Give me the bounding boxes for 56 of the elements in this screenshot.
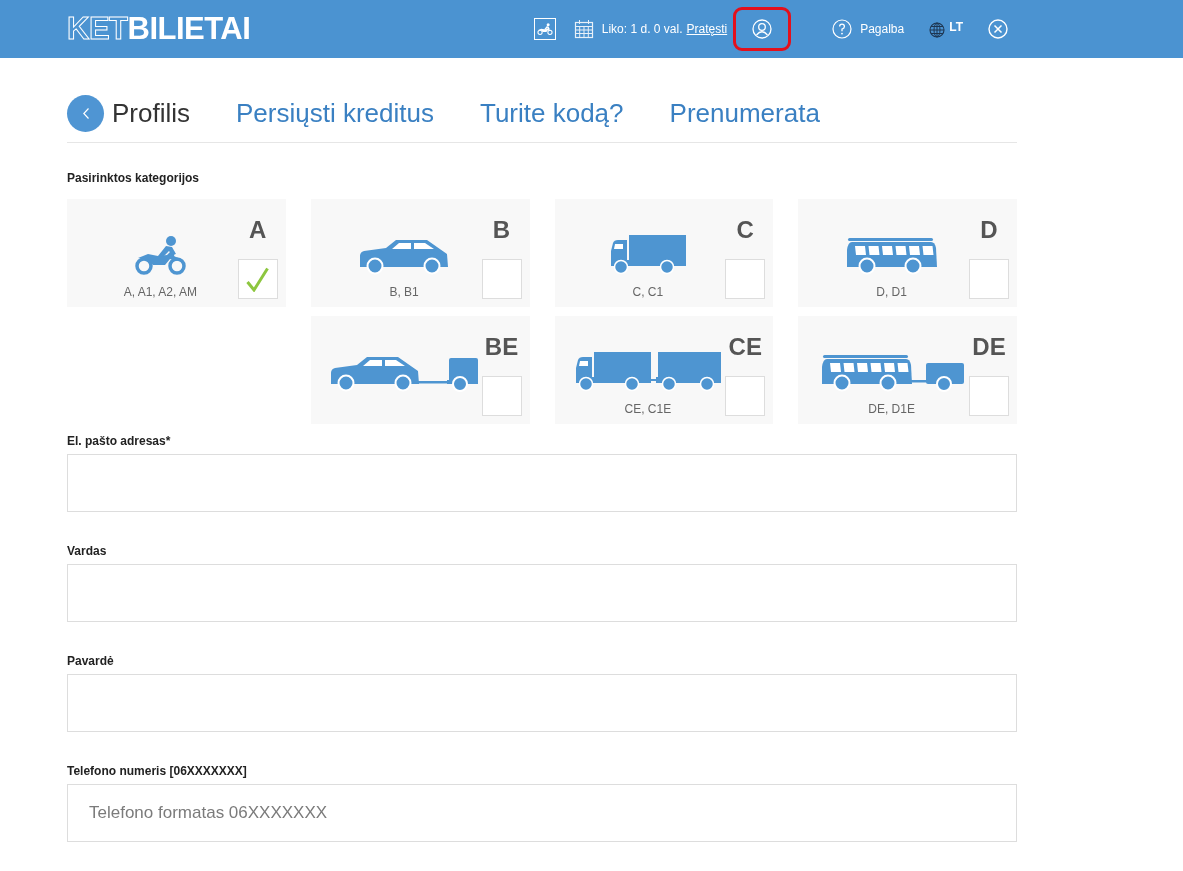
category-codes: DE, D1E	[868, 401, 915, 417]
checkbox[interactable]	[481, 376, 522, 416]
checkbox[interactable]	[969, 376, 1009, 416]
profile-button[interactable]	[733, 7, 792, 51]
close-icon	[988, 19, 1008, 39]
help-icon	[832, 19, 853, 39]
tab[interactable]: Persiųsti kreditus	[236, 95, 434, 132]
car-icon	[359, 239, 450, 275]
checkbox[interactable]	[969, 259, 1009, 299]
category-button[interactable]	[533, 18, 556, 40]
tab[interactable]: Turite kodą?	[480, 95, 624, 132]
category-codes: D, D1	[876, 284, 907, 300]
checkbox[interactable]	[725, 376, 766, 416]
input-field[interactable]	[67, 674, 1017, 732]
category-letter: B	[492, 216, 511, 244]
category-letter: A	[249, 216, 267, 244]
category-codes: C, C1	[632, 284, 664, 300]
field-label: Telefono numeris [06XXXXXXX]	[67, 763, 248, 779]
checkmark-icon	[246, 266, 270, 292]
field-label: El. pašto adresas*	[67, 433, 172, 449]
field-label: Pavardė	[67, 653, 115, 669]
globe-icon	[929, 22, 946, 38]
checkbox[interactable]	[725, 259, 766, 299]
category-codes: CE, C1E	[624, 401, 672, 417]
motorcycle-icon	[133, 235, 187, 275]
renew-link[interactable]: Pratęsti	[686, 20, 728, 38]
tab[interactable]: Prenumerata	[669, 95, 820, 132]
category-letter: D	[980, 216, 998, 244]
truck-with-trailer-icon	[574, 349, 721, 392]
user-icon	[752, 19, 773, 39]
input-field[interactable]: Telefono formatas 06XXXXXXX	[67, 784, 1017, 842]
time-left-text: Liko: 1 d. 0 val.	[601, 21, 683, 38]
tab[interactable]: Profilis	[112, 95, 190, 132]
checkbox[interactable]	[237, 259, 278, 299]
section-title: Pasirinktos kategorijos	[67, 170, 201, 186]
motorcycle-icon	[536, 23, 553, 35]
input-field[interactable]	[67, 564, 1017, 622]
input-field[interactable]	[67, 454, 1017, 512]
category-letter: CE	[728, 333, 762, 361]
checkbox[interactable]	[481, 259, 522, 299]
back-button[interactable]	[67, 95, 104, 132]
help-button[interactable]: Pagalba	[832, 19, 905, 39]
calendar-icon	[573, 19, 594, 39]
language-button[interactable]: LT	[929, 20, 963, 38]
bus-icon	[845, 238, 939, 275]
category-letter: BE	[484, 333, 519, 361]
category-codes: A, A1, A2, AM	[123, 284, 198, 300]
category-letter: DE	[972, 333, 1006, 361]
logo[interactable]: KETBILIETAI	[67, 12, 251, 46]
close-button[interactable]	[988, 19, 1008, 39]
truck-icon	[609, 235, 686, 275]
category-codes: B, B1	[389, 284, 419, 300]
category-letter: C	[736, 216, 754, 244]
field-label: Vardas	[67, 543, 108, 559]
chevron-left-icon	[82, 108, 89, 119]
car-with-trailer-icon	[330, 354, 479, 392]
